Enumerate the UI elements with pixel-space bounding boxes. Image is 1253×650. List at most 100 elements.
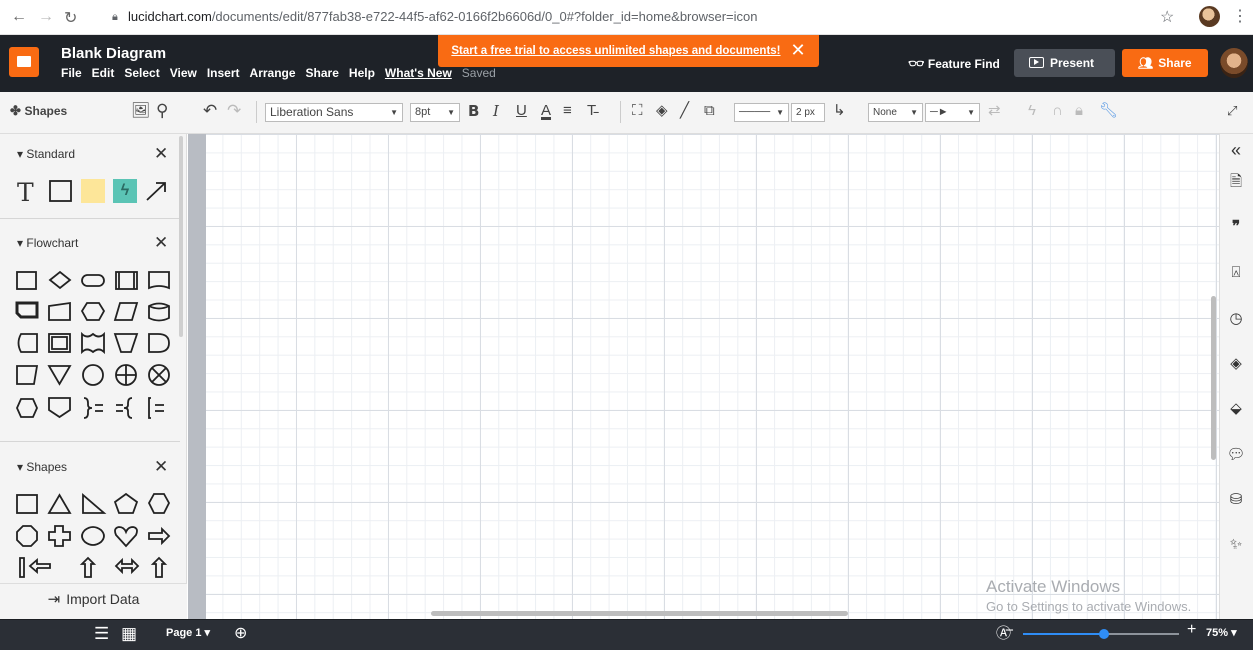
redo-icon[interactable]: ↷ <box>227 100 241 122</box>
document-title[interactable]: Blank Diagram <box>61 45 166 62</box>
menu-file[interactable]: File <box>61 66 82 84</box>
bookmark-star-icon[interactable]: ☆ <box>1160 7 1174 27</box>
activate-windows-subtitle: Go to Settings to activate Windows. <box>986 599 1192 614</box>
flowchart-shapes-grid[interactable] <box>15 269 180 421</box>
undo-icon[interactable]: ↶ <box>203 100 217 122</box>
arrow-start-select[interactable]: None ▼ <box>868 103 923 122</box>
wrench-icon[interactable]: 🔧︎ <box>1099 100 1118 122</box>
zoom-out-icon[interactable]: − <box>1005 622 1014 639</box>
menu-help[interactable]: Help <box>349 66 375 84</box>
lock-icon[interactable]: 🔒︎ <box>1075 100 1083 122</box>
reload-icon[interactable]: ↻ <box>64 8 77 28</box>
close-icon[interactable]: ✕ <box>154 145 168 162</box>
lock-icon: 🔒︎ <box>112 11 118 23</box>
address-bar[interactable]: 🔒︎ lucidchart.com/documents/edit/877fab3… <box>108 5 1228 29</box>
underline-icon[interactable]: U <box>516 100 527 122</box>
page-settings-icon[interactable]: 🗎︎ <box>1226 172 1246 192</box>
feature-find-button[interactable]: 👓︎ Feature Find <box>908 56 1000 72</box>
text-options-icon[interactable]: T̵ <box>587 100 596 122</box>
action-shape-icon[interactable]: ϟ <box>113 179 137 203</box>
image-icon[interactable]: 🖼︎ <box>131 100 150 122</box>
close-icon[interactable]: ✕ <box>154 458 168 475</box>
magic-wand-icon[interactable]: ✨︎ <box>1226 535 1246 555</box>
data-icon[interactable]: ⬙ <box>1226 399 1246 419</box>
menu-view[interactable]: View <box>170 66 197 84</box>
italic-icon[interactable]: I <box>493 100 499 122</box>
user-avatar[interactable] <box>1220 48 1248 78</box>
magnet-icon[interactable]: ∩ <box>1052 100 1063 122</box>
horizontal-scrollbar[interactable] <box>431 611 848 616</box>
shapes-panel-toggle[interactable]: ✤ Shapes <box>10 100 67 122</box>
lucidchart-logo-icon[interactable] <box>9 47 39 77</box>
page-label: Page 1 <box>166 627 202 639</box>
back-icon[interactable]: ← <box>11 8 27 26</box>
line-style-select[interactable]: ──── ▼ <box>734 103 789 122</box>
url-host: lucidchart.com <box>128 9 212 24</box>
menu-insert[interactable]: Insert <box>207 66 240 84</box>
users-icon: 👥︎ <box>1138 56 1154 70</box>
sticky-note-shape[interactable] <box>81 179 105 203</box>
arrow-end-select[interactable]: ─► ▼ <box>925 103 980 122</box>
bold-icon[interactable]: B <box>468 100 479 122</box>
comments-icon[interactable]: 💬︎ <box>1226 445 1246 465</box>
zoom-level-select[interactable]: 75% ▾ <box>1206 626 1237 639</box>
arrow-line-shape[interactable] <box>145 180 169 202</box>
vertical-scrollbar[interactable] <box>1211 296 1216 460</box>
close-icon[interactable]: ✕ <box>791 40 806 60</box>
close-icon[interactable]: ✕ <box>154 234 168 251</box>
collapse-dock-icon[interactable]: « <box>1226 140 1246 160</box>
present-label: Present <box>1050 56 1095 70</box>
section-header-shapes[interactable]: ▾ Shapes <box>17 460 67 474</box>
line-width-stepper[interactable]: 2 px <box>791 103 825 122</box>
font-size-value: 8pt <box>415 106 431 118</box>
browser-profile-avatar[interactable] <box>1199 6 1220 27</box>
menu-select[interactable]: Select <box>124 66 159 84</box>
history-icon[interactable]: ◷ <box>1226 309 1246 329</box>
rectangle-shape[interactable] <box>49 180 73 202</box>
swap-arrows-icon[interactable]: ⇄ <box>988 100 1001 122</box>
page-tab[interactable]: Page 1 ▾ <box>166 626 210 639</box>
style-icon[interactable]: ⧉ <box>704 100 715 122</box>
search-icon[interactable]: ⚲ <box>156 100 168 122</box>
align-icon[interactable]: ≡ <box>563 100 572 122</box>
presentation-icon[interactable]: ⍓ <box>1226 263 1246 283</box>
shape-options-icon[interactable]: ⛶ <box>632 100 643 122</box>
layers-icon[interactable]: ◈ <box>1226 354 1246 374</box>
list-view-icon[interactable]: ☰ <box>94 624 109 644</box>
data-linking-icon[interactable]: ⛁ <box>1226 490 1246 510</box>
trial-banner[interactable]: Start a free trial to access unlimited s… <box>438 35 819 67</box>
line-color-icon[interactable]: ╱ <box>680 100 689 122</box>
panel-scrollbar[interactable] <box>179 136 183 337</box>
section-header-standard[interactable]: ▾ Standard <box>17 147 75 161</box>
url-path: /documents/edit/877fab38-e722-44f5-af62-… <box>211 9 758 24</box>
add-page-icon[interactable]: ⊕ <box>234 623 247 643</box>
text-shape[interactable]: T <box>17 178 34 207</box>
quote-icon[interactable]: ❞ <box>1226 217 1246 237</box>
font-size-select[interactable]: 8pt ▼ <box>410 103 460 122</box>
fullscreen-icon[interactable]: ⤢ <box>1227 100 1237 122</box>
trial-banner-text[interactable]: Start a free trial to access unlimited s… <box>451 45 780 57</box>
zoom-in-icon[interactable]: + <box>1187 621 1196 639</box>
import-data-button[interactable]: ⇥ Import Data <box>0 583 187 619</box>
grid-view-icon[interactable]: ▦ <box>121 624 137 644</box>
fill-color-icon[interactable]: ◈ <box>656 100 668 122</box>
chevron-down-icon: ▼ <box>910 108 918 117</box>
font-family-select[interactable]: Liberation Sans ▼ <box>265 103 403 122</box>
basic-shapes-grid[interactable] <box>15 492 180 587</box>
menu-whats-new[interactable]: What's New <box>385 66 452 84</box>
menu-arrange[interactable]: Arrange <box>250 66 296 84</box>
section-title: Standard <box>26 147 76 161</box>
menu-share[interactable]: Share <box>306 66 339 84</box>
puzzle-icon: ✤ <box>10 103 21 118</box>
share-button[interactable]: 👥︎ Share <box>1122 49 1208 77</box>
flash-icon[interactable]: ϟ <box>1028 100 1036 122</box>
section-header-flowchart[interactable]: ▾ Flowchart <box>17 236 78 250</box>
drawing-canvas[interactable] <box>206 134 1219 619</box>
canvas-gutter <box>188 134 206 619</box>
browser-menu-icon[interactable]: ⋮ <box>1232 6 1248 26</box>
present-button[interactable]: Present <box>1014 49 1115 77</box>
line-shape-icon[interactable]: ↳ <box>833 100 846 122</box>
menu-edit[interactable]: Edit <box>92 66 115 84</box>
forward-icon[interactable]: → <box>38 8 54 26</box>
text-color-icon[interactable]: A <box>541 100 551 122</box>
